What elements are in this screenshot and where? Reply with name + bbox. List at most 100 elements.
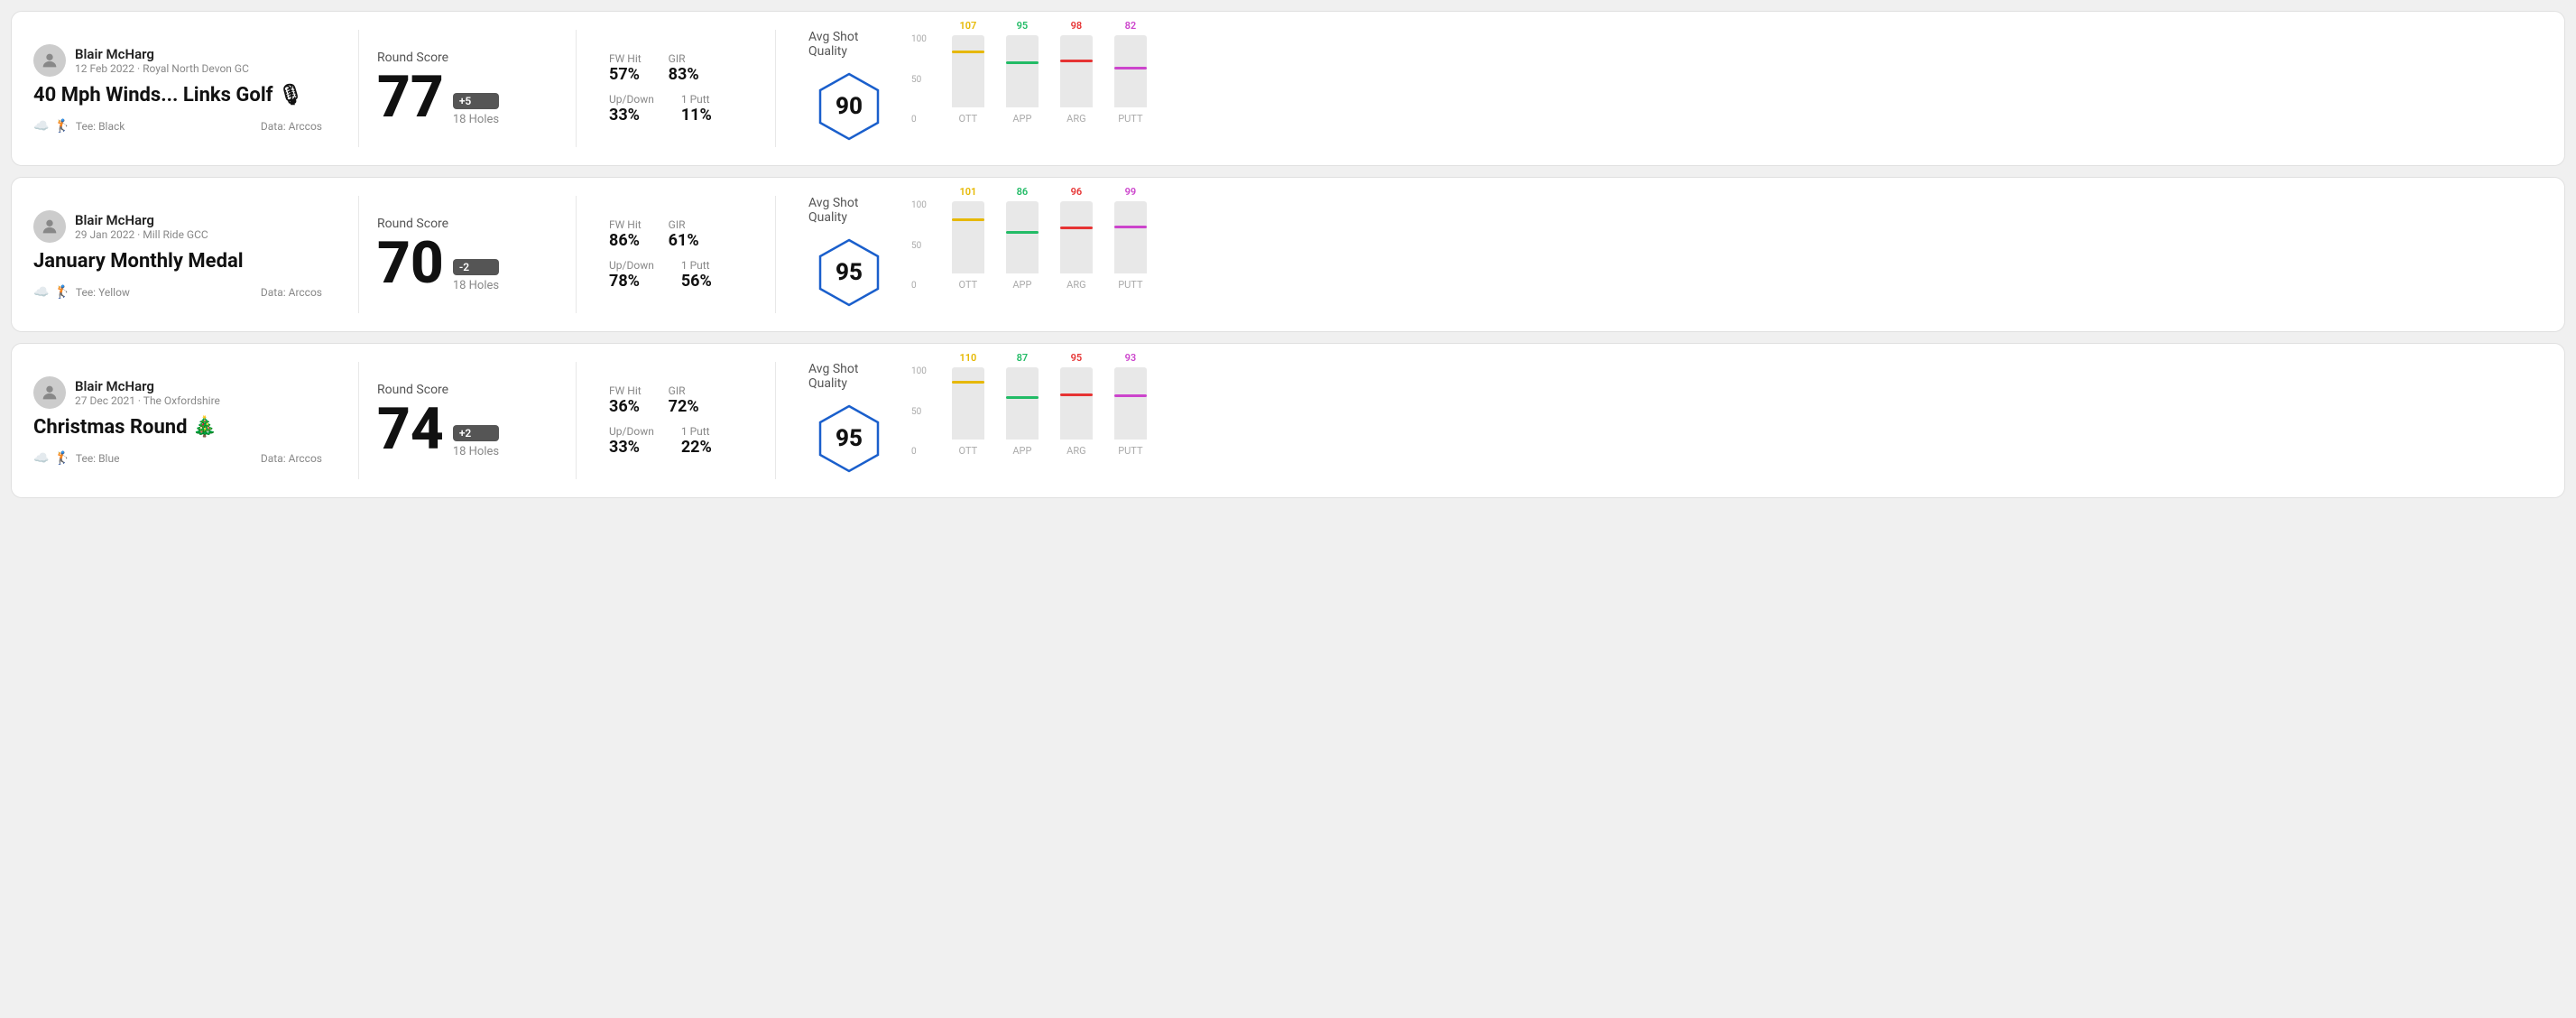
user-info: Blair McHarg 12 Feb 2022 · Royal North D…: [33, 44, 322, 77]
gir-stat: GIR 83%: [669, 52, 699, 84]
stat-row-1: FW Hit 86% GIR 61%: [609, 218, 743, 250]
chart-y-axis: 100 50 0: [911, 366, 927, 457]
fw-hit-value: 57%: [609, 65, 642, 84]
tee-label: Tee: Black: [76, 120, 125, 133]
updown-value: 33%: [609, 438, 654, 457]
bar-fill: [1060, 62, 1093, 107]
user-date: 29 Jan 2022 · Mill Ride GCC: [75, 228, 208, 241]
avatar: [33, 210, 66, 243]
user-date: 27 Dec 2021 · The Oxfordshire: [75, 394, 220, 407]
y-label-0: 0: [911, 115, 927, 125]
bar-accent: [1114, 394, 1147, 397]
weather-icon: ☁️: [33, 119, 49, 134]
quality-score: 90: [836, 93, 863, 120]
y-label-50: 50: [911, 407, 927, 417]
tee-info: ☁️ 🏌 Tee: Blue: [33, 451, 119, 466]
score-number: 74: [377, 401, 444, 458]
user-name: Blair McHarg: [75, 378, 220, 394]
divider-2: [576, 196, 577, 313]
bar-fill: [1006, 234, 1039, 273]
bar-value: 95: [1071, 352, 1083, 364]
divider-3: [775, 362, 776, 479]
bar-group: 93 PUTT: [1114, 352, 1147, 457]
score-row: 74 +2 18 Holes: [377, 401, 558, 458]
updown-label: Up/Down: [609, 259, 654, 272]
round-left-section: Blair McHarg 12 Feb 2022 · Royal North D…: [33, 44, 340, 134]
oneputt-label: 1 Putt: [681, 425, 712, 438]
score-section: Round Score 74 +2 18 Holes: [377, 383, 558, 458]
avatar: [33, 44, 66, 77]
gir-label: GIR: [669, 218, 699, 231]
bar-label: OTT: [959, 279, 978, 291]
user-icon: [40, 383, 60, 403]
bar-value: 82: [1125, 20, 1137, 32]
updown-value: 78%: [609, 272, 654, 291]
y-label-100: 100: [911, 200, 927, 210]
score-badge: +2: [453, 425, 499, 441]
bar-group: 99 PUTT: [1114, 186, 1147, 291]
stats-section: FW Hit 36% GIR 72% Up/Down 33% 1 Putt: [595, 384, 757, 457]
quality-section: Avg Shot Quality 90: [794, 30, 902, 147]
score-badge-group: +5 18 Holes: [453, 93, 499, 126]
bar-accent: [1006, 61, 1039, 64]
weather-icon: ☁️: [33, 451, 49, 466]
bar-label: ARG: [1066, 279, 1085, 291]
tee-info: ☁️ 🏌 Tee: Yellow: [33, 285, 130, 300]
bar-wrapper: [1114, 367, 1147, 440]
bar-value: 93: [1125, 352, 1137, 364]
score-badge: +5: [453, 93, 499, 109]
user-details: Blair McHarg 27 Dec 2021 · The Oxfordshi…: [75, 378, 220, 407]
round-card: Blair McHarg 27 Dec 2021 · The Oxfordshi…: [11, 343, 2565, 498]
data-source: Data: Arccos: [261, 286, 322, 299]
tee-marker-icon: 🏌: [54, 119, 69, 134]
bar-fill: [1060, 396, 1093, 440]
divider-2: [576, 362, 577, 479]
score-number: 70: [377, 235, 444, 292]
score-badge: -2: [453, 259, 499, 275]
quality-label: Avg Shot Quality: [808, 30, 888, 59]
bar-wrapper: [952, 201, 984, 273]
hexagon-container: 90: [808, 66, 890, 147]
divider: [358, 30, 359, 147]
bar-value: 99: [1125, 186, 1137, 198]
updown-label: Up/Down: [609, 93, 654, 106]
user-name: Blair McHarg: [75, 212, 208, 228]
oneputt-stat: 1 Putt 22%: [681, 425, 712, 457]
updown-stat: Up/Down 33%: [609, 425, 654, 457]
updown-value: 33%: [609, 106, 654, 125]
score-badge-group: -2 18 Holes: [453, 259, 499, 292]
bar-wrapper: [1006, 35, 1039, 107]
bar-accent: [1060, 393, 1093, 396]
avatar: [33, 376, 66, 409]
bar-accent: [952, 51, 984, 53]
fw-hit-value: 86%: [609, 231, 642, 250]
bar-fill: [1114, 69, 1147, 107]
bar-value: 98: [1071, 20, 1083, 32]
tee-marker-icon: 🏌: [54, 285, 69, 300]
gir-stat: GIR 72%: [669, 384, 699, 416]
bar-wrapper: [1006, 201, 1039, 273]
data-source: Data: Arccos: [261, 452, 322, 465]
round-title: Christmas Round 🎄: [33, 416, 322, 439]
bar-label: APP: [1012, 445, 1031, 457]
oneputt-value: 56%: [681, 272, 712, 291]
oneputt-value: 11%: [681, 106, 712, 125]
fw-hit-label: FW Hit: [609, 52, 642, 65]
quality-label: Avg Shot Quality: [808, 196, 888, 225]
gir-value: 72%: [669, 397, 699, 416]
bar-group: 95 ARG: [1060, 352, 1093, 457]
bar-accent: [1060, 227, 1093, 229]
updown-stat: Up/Down 33%: [609, 93, 654, 125]
bar-group: 107 OTT: [952, 20, 984, 125]
fw-hit-label: FW Hit: [609, 384, 642, 397]
user-info: Blair McHarg 29 Jan 2022 · Mill Ride GCC: [33, 210, 322, 243]
divider-3: [775, 30, 776, 147]
bar-wrapper: [1060, 367, 1093, 440]
bar-wrapper: [952, 367, 984, 440]
bottom-info: ☁️ 🏌 Tee: Blue Data: Arccos: [33, 451, 322, 466]
round-left-section: Blair McHarg 29 Jan 2022 · Mill Ride GCC…: [33, 210, 340, 300]
rounds-list: Blair McHarg 12 Feb 2022 · Royal North D…: [11, 11, 2565, 498]
oneputt-stat: 1 Putt 56%: [681, 259, 712, 291]
updown-stat: Up/Down 78%: [609, 259, 654, 291]
bar-value: 96: [1071, 186, 1083, 198]
